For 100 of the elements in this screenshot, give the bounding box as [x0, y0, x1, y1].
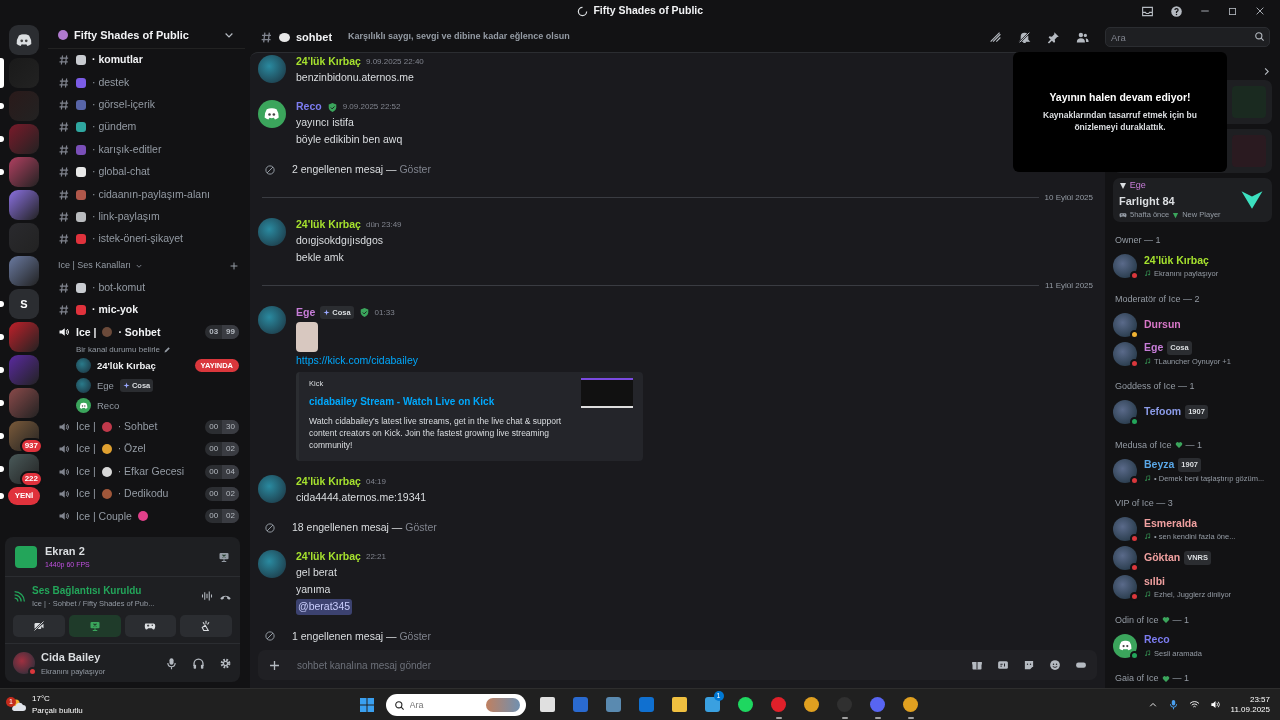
blocked-messages-text: 2 engellenen mesaj — — [292, 163, 397, 175]
headphones-icon[interactable] — [192, 656, 205, 670]
member-item[interactable]: Dursun — [1113, 310, 1272, 339]
activity-button[interactable] — [124, 615, 177, 638]
category-label[interactable]: Ice | Ses Kanalları — [58, 258, 131, 273]
channel-item[interactable]: · mic-yok — [58, 298, 239, 322]
server-icon[interactable] — [9, 190, 39, 220]
close-icon[interactable] — [1254, 5, 1266, 17]
voice-channel-name[interactable]: · Efkar Gecesi — [117, 463, 185, 480]
discord-logo-icon — [1117, 638, 1133, 653]
members-icon[interactable] — [1076, 30, 1089, 44]
wifi-icon[interactable] — [1188, 699, 1200, 710]
sticker-icon[interactable] — [1023, 659, 1035, 671]
channel-item[interactable]: · istek-öneri-şikayet — [58, 228, 239, 251]
screen-share-button[interactable] — [68, 615, 121, 638]
channel-item[interactable]: · bot-komut — [58, 276, 239, 299]
channel-status-hint[interactable]: Bir kanal durumu belirle — [76, 343, 161, 356]
voice-channel-prefix[interactable]: Ice | — [76, 419, 96, 435]
user-limit: 00 02 — [205, 509, 239, 524]
channel-item[interactable]: · link-paylaşım — [58, 205, 239, 229]
timestamp: 9.09.2025 22:52 — [342, 101, 401, 113]
role-member-count: — 1 — [1185, 438, 1203, 452]
clock-date[interactable]: 11.09.2025 — [1230, 704, 1270, 715]
message-input[interactable]: sohbet kanalına mesaj gönder — [295, 656, 957, 674]
server-icon[interactable]: S — [9, 289, 39, 319]
presence-dot — [28, 667, 37, 677]
channel-item[interactable]: · cidaanın-paylaşım-alanı — [58, 183, 239, 206]
voice-channel-prefix[interactable]: Ice | — [76, 441, 96, 458]
date-divider: 10 Eylül 2025 — [1044, 191, 1093, 204]
pin-icon[interactable] — [1047, 30, 1060, 44]
camera-off-icon[interactable] — [32, 620, 45, 633]
voice-member-name[interactable]: 24'lük Kırbaç — [97, 358, 156, 373]
show-link[interactable]: Göster — [399, 163, 431, 175]
server-icon[interactable]: 937 — [9, 421, 39, 451]
author-name[interactable]: 24'lük Kırbaç — [296, 54, 361, 70]
channel-item[interactable]: · global-chat — [58, 160, 239, 184]
channel-item[interactable]: · destek — [58, 71, 239, 94]
microphone-icon[interactable] — [165, 656, 178, 670]
voice-channel-prefix[interactable]: Ice | Couple — [76, 508, 132, 525]
voice-channel-name[interactable]: · Sohbet — [117, 419, 158, 435]
speaker-icon — [58, 488, 70, 501]
start-icon[interactable] — [358, 696, 375, 713]
voice-member-name[interactable]: Ege — [97, 378, 114, 393]
help-icon[interactable] — [1170, 4, 1183, 18]
new-badge[interactable]: YENİ — [7, 487, 41, 505]
server-name: Fifty Shades of Public — [74, 27, 190, 43]
author-name[interactable]: Reco — [296, 99, 322, 115]
channel-item[interactable]: · komutlar — [58, 49, 239, 72]
gif-icon[interactable] — [997, 659, 1009, 671]
search-field[interactable]: Ara — [1105, 27, 1270, 47]
screen-share-icon[interactable] — [88, 620, 101, 633]
hash-icon — [260, 30, 273, 44]
maximize-icon[interactable] — [1227, 5, 1238, 17]
show-link[interactable]: Göster — [405, 521, 437, 533]
server-icon[interactable]: 222 — [9, 454, 39, 484]
inbox-icon[interactable] — [1141, 4, 1154, 18]
volume-icon[interactable] — [1209, 699, 1221, 710]
threads-icon[interactable] — [989, 30, 1002, 44]
plus-icon[interactable] — [268, 658, 281, 672]
blocked-icon — [264, 630, 276, 643]
soundboard-button[interactable] — [180, 615, 232, 638]
message-link[interactable]: https://kick.com/cidabailey — [296, 351, 418, 369]
home-button[interactable] — [9, 25, 39, 55]
server-icon[interactable] — [9, 157, 39, 187]
author-name[interactable]: 24'lük Kırbaç — [296, 474, 361, 490]
search-icon — [393, 699, 405, 711]
voice-member-name[interactable]: Reco — [97, 398, 120, 413]
voice-channel-name[interactable]: · Sohbet — [118, 324, 161, 341]
server-icon[interactable] — [9, 256, 39, 286]
author-name[interactable]: Ege — [296, 304, 316, 321]
voice-channel-name[interactable]: · Dedikodu — [117, 486, 169, 502]
muted-bell-icon[interactable] — [1018, 30, 1031, 44]
channel-item[interactable]: · gündem — [58, 116, 239, 139]
plus-icon[interactable] — [229, 260, 239, 271]
status-icon — [1144, 474, 1151, 482]
gift-icon[interactable] — [971, 659, 983, 671]
settings-icon[interactable] — [219, 656, 232, 670]
hash-icon — [58, 210, 70, 223]
microphone-icon[interactable] — [1167, 699, 1179, 710]
voice-channel-prefix[interactable]: Ice | — [76, 463, 96, 480]
voice-channel-name[interactable]: · Özel — [117, 441, 146, 458]
embed-title[interactable]: cidabailey Stream - Watch Live on Kick — [309, 394, 571, 409]
message-composer[interactable]: sohbet kanalına mesaj gönder — [258, 650, 1097, 680]
channel-item[interactable]: · karışık-editler — [58, 138, 239, 161]
author-name[interactable]: 24'lük Kırbaç — [296, 216, 361, 233]
user-mention[interactable]: @berat345 — [296, 598, 353, 615]
voice-channel-prefix[interactable]: Ice | — [76, 324, 97, 341]
server-icon[interactable] — [9, 388, 39, 418]
clock-time[interactable]: 23:57 — [1230, 694, 1270, 705]
voice-channel-prefix[interactable]: Ice | — [76, 486, 96, 502]
pencil-icon[interactable] — [163, 345, 172, 354]
emoji-icon[interactable] — [1049, 659, 1061, 671]
server-icon[interactable] — [9, 322, 39, 352]
channel-item[interactable]: · görsel-içerik — [58, 93, 239, 117]
camera-button[interactable] — [13, 615, 65, 638]
stop-stream-icon[interactable] — [218, 550, 230, 563]
noise-suppression-icon[interactable] — [201, 590, 213, 603]
author-name[interactable]: 24'lük Kırbaç — [296, 548, 361, 565]
server-header[interactable]: Fifty Shades of Public — [48, 22, 245, 49]
show-link[interactable]: Göster — [399, 629, 431, 642]
